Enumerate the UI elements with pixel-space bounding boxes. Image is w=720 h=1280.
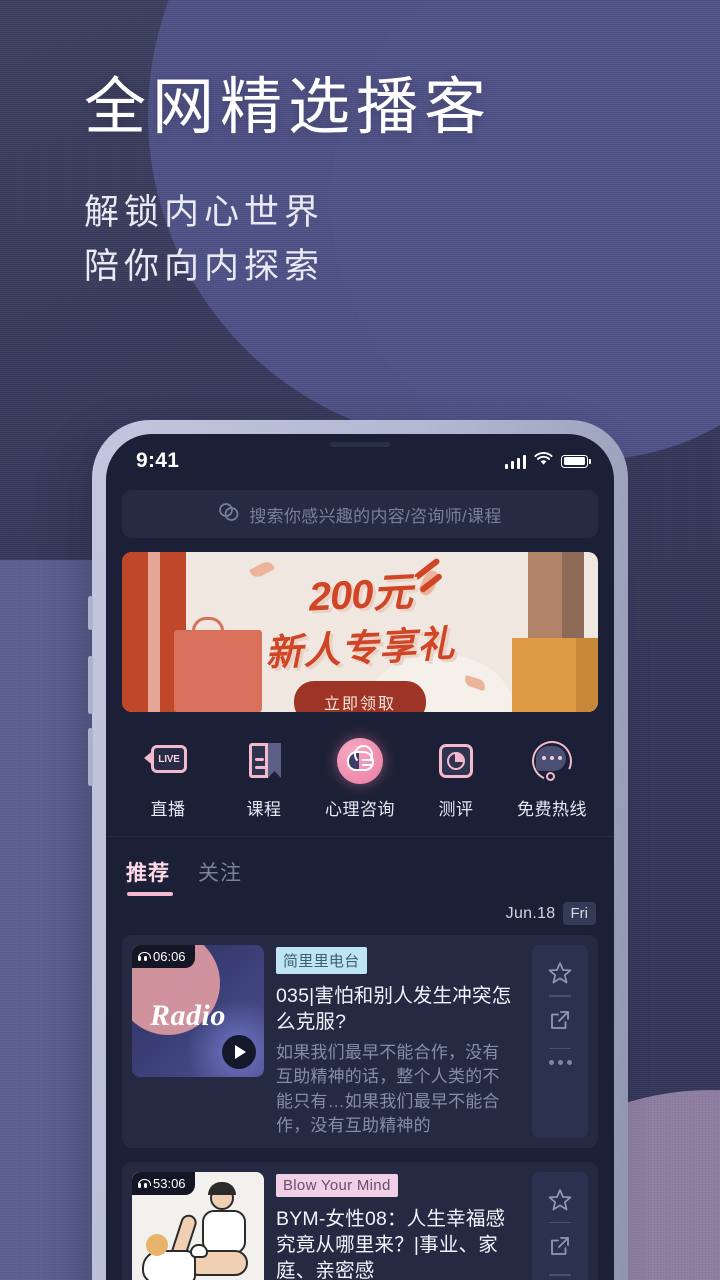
search-placeholder-text: 搜索你感兴趣的内容/咨询师/课程 [249, 506, 502, 526]
quick-entry-label: 直播 [150, 800, 186, 819]
quick-entry-label: 心理咨询 [325, 800, 395, 819]
feed-weekday-badge: Fri [562, 902, 596, 925]
episode-title: 035|害怕和别人发生冲突怎么克服? [276, 985, 512, 1034]
quick-entry-course[interactable]: 课程 [216, 738, 312, 820]
counseling-cloud-icon [337, 738, 383, 784]
episode-title: BYM-女性08：人生幸福感究竟从哪里来？|事业、家庭、亲密感 [276, 1207, 506, 1280]
banner-content: 200元 新人专享礼 立即领取 [122, 562, 598, 712]
live-badge-text: LIVE [158, 753, 180, 765]
favorite-star-icon[interactable] [548, 961, 572, 984]
rail-divider [549, 1047, 571, 1049]
feed-list: Radio 06:06 简里里电台 035|害怕和别人发生冲突怎么克服? 如果我… [106, 925, 614, 1280]
feed-tabs: 推荐 关注 [106, 837, 614, 898]
episode-thumbnail[interactable]: Radio 06:06 [132, 945, 264, 1077]
live-camera-icon: LIVE [144, 738, 191, 784]
card-action-rail [532, 945, 588, 1138]
quick-entry-label: 免费热线 [517, 800, 587, 819]
phone-mockup: 9:41 搜索你感兴趣的内容/咨询师/课程 200元 新人专享礼 立即领取 LI… [88, 420, 628, 1280]
illustration-person-a-head [146, 1233, 168, 1256]
favorite-star-icon[interactable] [548, 1188, 572, 1211]
cellular-signal-icon [504, 454, 526, 469]
illustration-person-b-body [202, 1209, 246, 1254]
book-icon [241, 738, 287, 784]
promo-banner[interactable]: 200元 新人专享礼 立即领取 [122, 552, 598, 712]
status-time: 9:41 [136, 449, 180, 472]
thumbnail-wordmark: Radio [150, 999, 226, 1032]
phone-screen: 9:41 搜索你感兴趣的内容/咨询师/课程 200元 新人专享礼 立即领取 LI… [106, 434, 614, 1280]
quick-entry-counseling[interactable]: 心理咨询 [312, 738, 408, 820]
search-input[interactable]: 搜索你感兴趣的内容/咨询师/课程 [122, 490, 598, 538]
illustration-person-a-body [142, 1249, 196, 1280]
headphone-icon [138, 952, 151, 961]
play-icon[interactable] [222, 1035, 256, 1069]
illustration-cat [190, 1243, 208, 1258]
feed-card[interactable]: 53:06 Blow Your Mind BYM-女性08：人生幸福感究竟从哪里… [122, 1161, 598, 1280]
poster-subline-2: 陪你向内探索 [84, 247, 325, 287]
volume-down-button[interactable] [88, 728, 93, 786]
quick-entry-hotline[interactable]: 免费热线 [504, 735, 600, 820]
quick-entry-row: LIVE 直播 课程 心理咨询 测评 免费热线 [106, 712, 614, 826]
poster-subline: 解锁内心世界 陪你向内探索 [84, 186, 324, 295]
date-row: Jun.18 Fri [106, 898, 614, 925]
quick-entry-assessment[interactable]: 测评 [408, 738, 504, 820]
poster-subline-1: 解锁内心世界 [84, 193, 325, 232]
tab-label: 推荐 [126, 862, 170, 885]
duration-badge: 06:06 [132, 945, 195, 968]
quick-entry-label: 测评 [438, 800, 474, 819]
notch [267, 434, 453, 462]
wifi-icon [534, 451, 553, 471]
channel-tag[interactable]: Blow Your Mind [276, 1173, 398, 1197]
rail-divider [549, 1274, 571, 1276]
headphone-icon [138, 1178, 151, 1188]
more-options-icon[interactable] [548, 1060, 554, 1065]
quick-entry-label: 课程 [246, 800, 282, 819]
quick-entry-live[interactable]: LIVE 直播 [120, 738, 216, 820]
episode-body: Blow Your Mind BYM-女性08：人生幸福感究竟从哪里来？|事业、… [276, 1172, 520, 1280]
duration-text: 06:06 [153, 949, 186, 964]
tab-label: 关注 [198, 862, 242, 885]
promo-banner-section: 200元 新人专享礼 立即领取 [106, 538, 614, 712]
episode-thumbnail[interactable]: 53:06 [132, 1171, 264, 1280]
illustration-person-b-hair [208, 1181, 236, 1195]
feed-date: Jun.18 [505, 904, 556, 922]
episode-description: 如果我们最早不能合作，没有互助精神的话，整个人类的不能只有…如果我们最早不能合作… [276, 1043, 500, 1135]
rail-divider [549, 1221, 571, 1224]
tab-recommend[interactable]: 推荐 [126, 857, 173, 898]
duration-badge: 53:06 [132, 1171, 195, 1195]
assessment-pie-icon [433, 738, 479, 784]
feed-card[interactable]: Radio 06:06 简里里电台 035|害怕和别人发生冲突怎么克服? 如果我… [122, 935, 598, 1148]
duration-text: 53:06 [153, 1175, 186, 1191]
rail-divider [549, 995, 571, 997]
silent-switch[interactable] [88, 596, 93, 630]
channel-tag[interactable]: 简里里电台 [276, 947, 367, 974]
card-action-rail [532, 1171, 588, 1280]
episode-body: 简里里电台 035|害怕和别人发生冲突怎么克服? 如果我们最早不能合作，没有互助… [276, 945, 520, 1138]
poster-headline: 全网精选播客 [84, 73, 493, 142]
battery-icon [561, 454, 591, 468]
search-section: 搜索你感兴趣的内容/咨询师/课程 [106, 484, 614, 538]
status-indicators [504, 451, 591, 471]
banner-claim-button[interactable]: 立即领取 [293, 681, 426, 712]
share-icon[interactable] [548, 1234, 572, 1263]
search-logo-icon [218, 502, 240, 527]
hotline-headset-icon [526, 735, 578, 787]
volume-up-button[interactable] [88, 656, 93, 714]
share-icon[interactable] [548, 1008, 572, 1037]
tab-following[interactable]: 关注 [198, 857, 242, 898]
